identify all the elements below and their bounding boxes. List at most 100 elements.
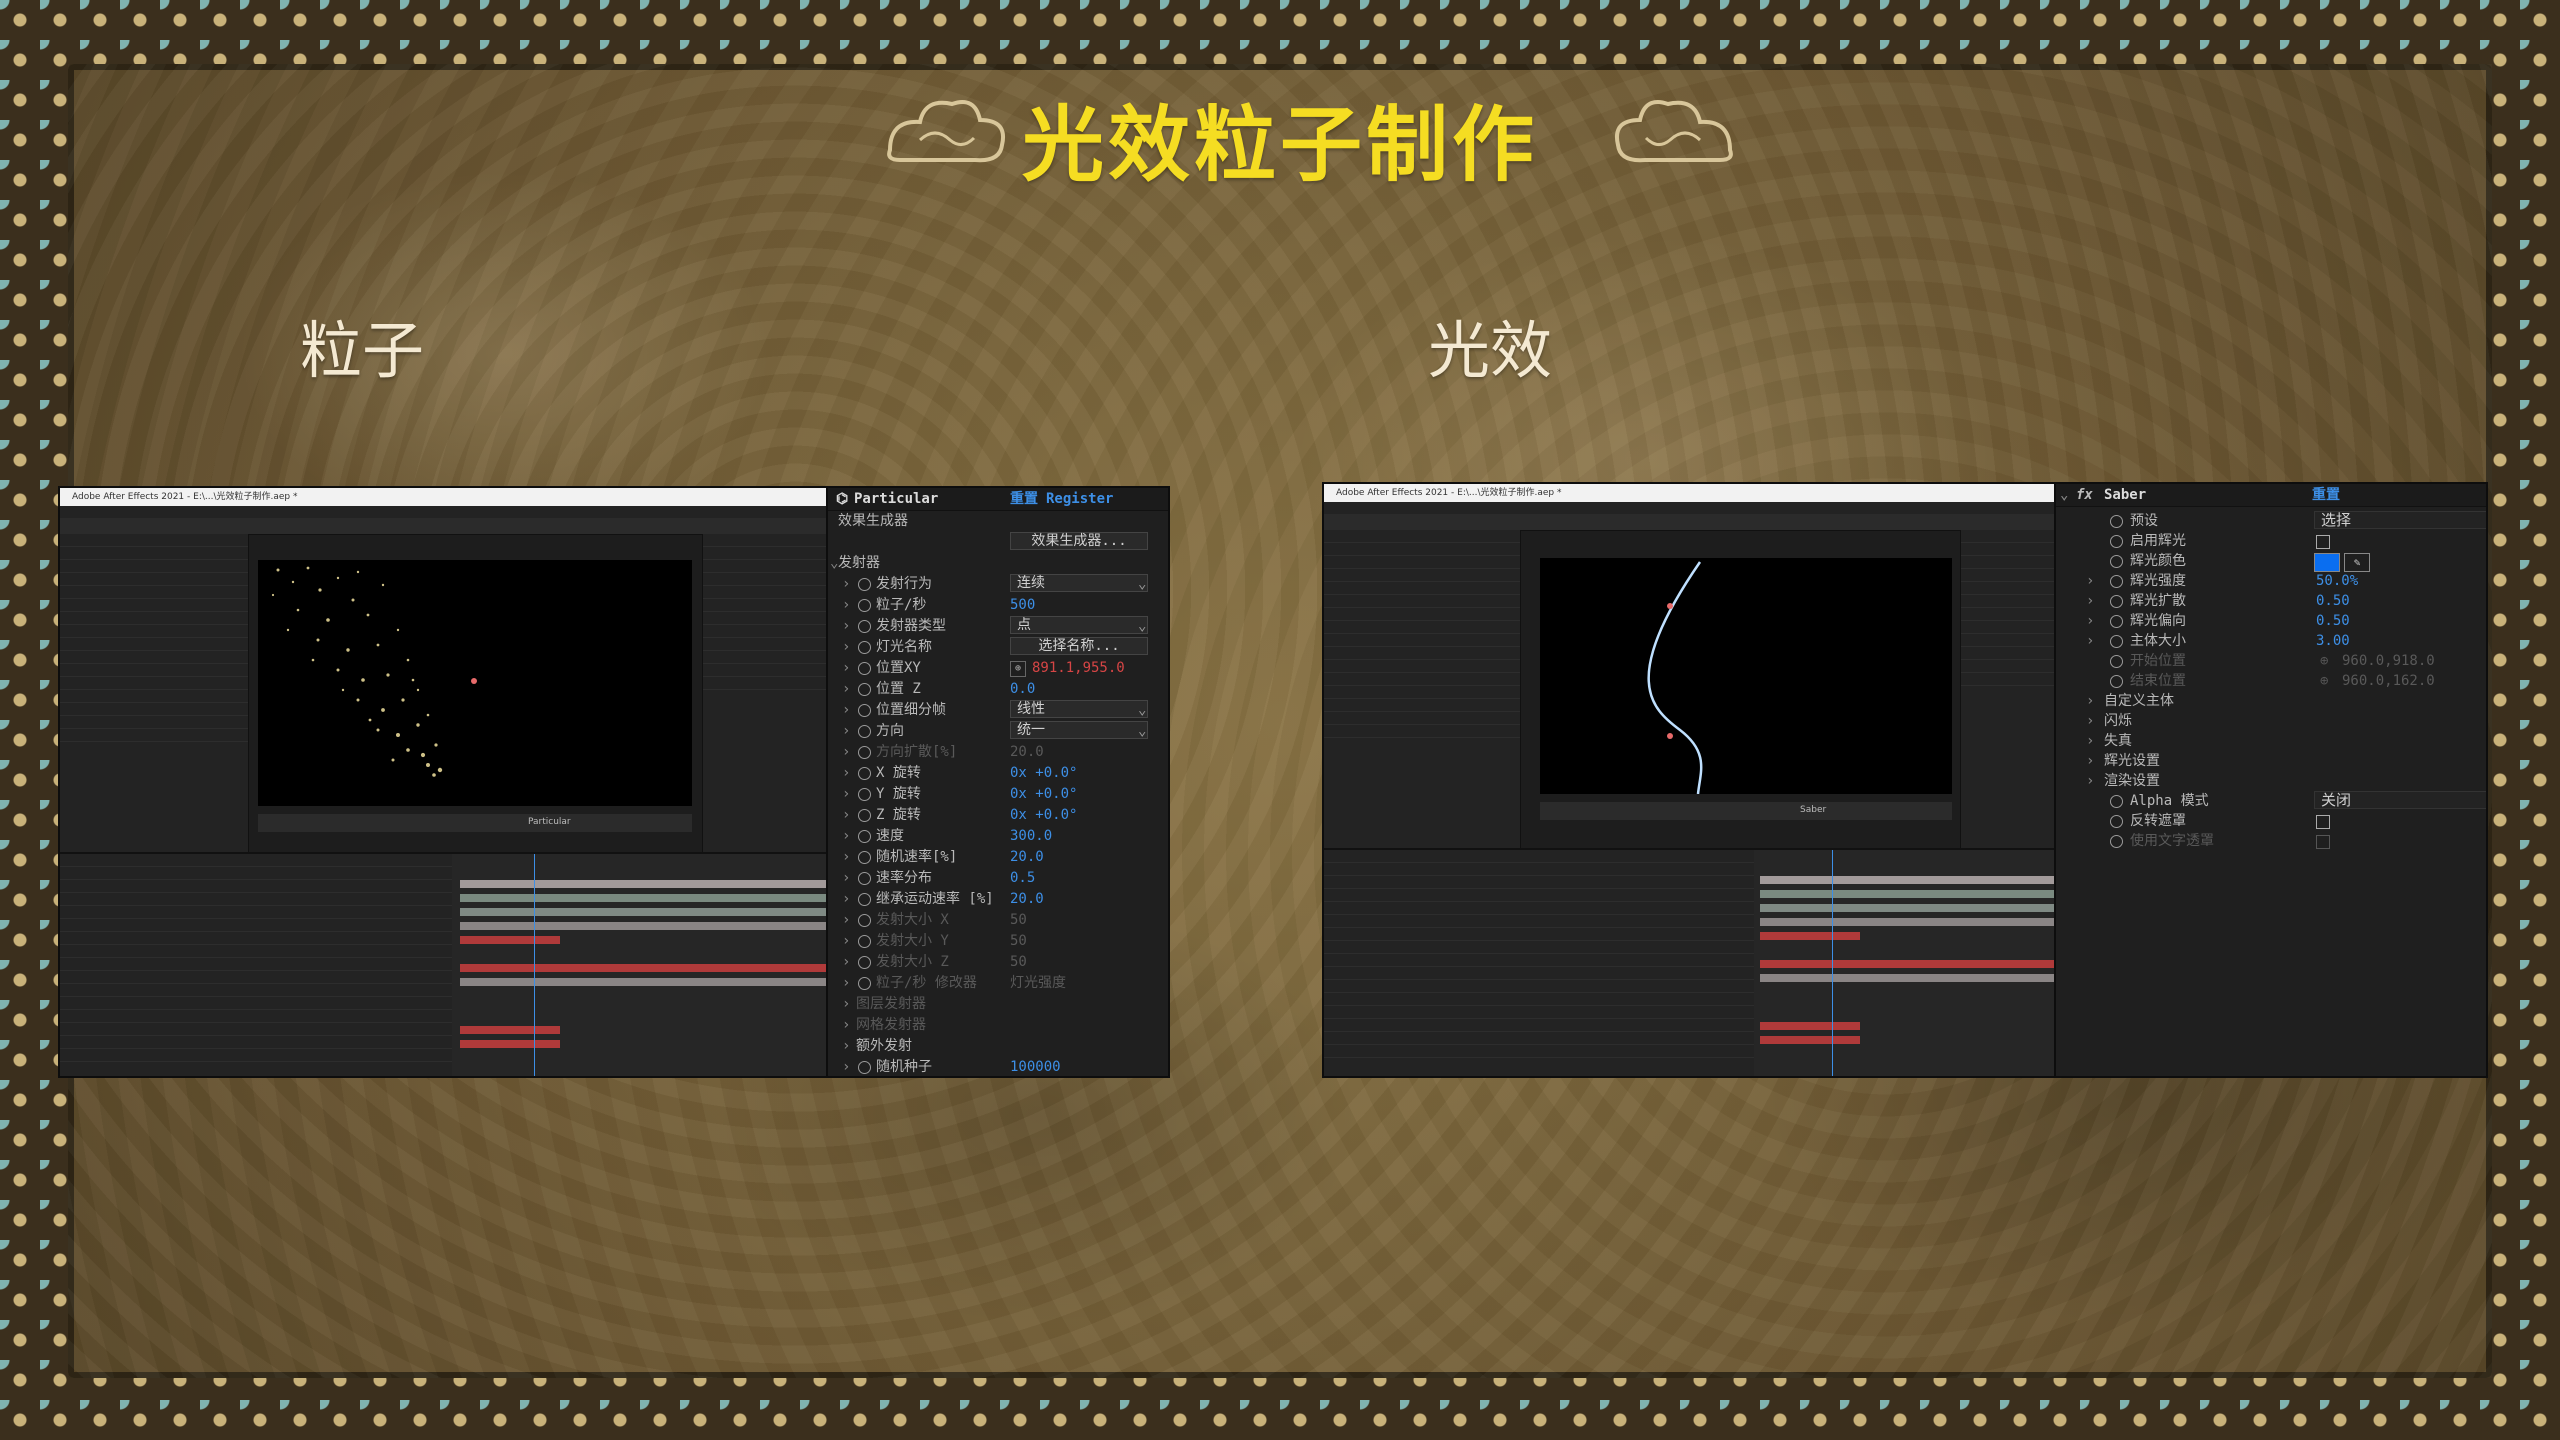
chevron-right-icon[interactable]: › — [842, 1057, 850, 1076]
chevron-right-icon[interactable]: › — [842, 1036, 850, 1057]
saber-param-row[interactable]: 结束位置 ⊕ 960.0,162.0 — [2056, 671, 2486, 691]
stopwatch-icon[interactable] — [858, 641, 871, 654]
param-value[interactable]: 3.00 — [2316, 631, 2350, 652]
stopwatch-icon[interactable] — [858, 830, 871, 843]
param-value[interactable]: 20.0 — [1010, 742, 1044, 763]
particular-param-row[interactable]: › 随机速率[%] 20.0 — [828, 847, 1168, 868]
param-checkbox[interactable] — [2316, 535, 2330, 549]
saber-param-row[interactable]: › 辉光偏向 0.50 — [2056, 611, 2486, 631]
stopwatch-icon[interactable] — [858, 956, 871, 969]
saber-param-row[interactable]: 使用文字透罩 — [2056, 831, 2486, 851]
chevron-right-icon[interactable]: › — [2086, 591, 2094, 612]
chevron-right-icon[interactable]: › — [842, 952, 850, 973]
stopwatch-icon[interactable] — [858, 704, 871, 717]
chevron-right-icon[interactable]: › — [842, 868, 850, 889]
saber-param-row[interactable]: › 失真 — [2056, 731, 2486, 751]
chevron-right-icon[interactable]: › — [842, 994, 850, 1015]
chevron-right-icon[interactable]: › — [2086, 771, 2094, 792]
param-value[interactable]: 50 — [1010, 952, 1027, 973]
param-value[interactable]: 100000 — [1010, 1057, 1061, 1076]
stopwatch-icon[interactable] — [858, 599, 871, 612]
particular-param-row[interactable]: › 位置 Z 0.0 — [828, 679, 1168, 700]
stopwatch-icon[interactable] — [2110, 595, 2123, 608]
param-checkbox[interactable] — [2316, 815, 2330, 829]
param-value[interactable]: 灯光强度 — [1010, 973, 1066, 994]
stopwatch-icon[interactable] — [2110, 675, 2123, 688]
chevron-right-icon[interactable]: › — [842, 700, 850, 721]
param-value[interactable]: 50 — [1010, 931, 1027, 952]
particular-param-row[interactable]: › 图层发射器 — [828, 994, 1168, 1015]
composition-viewer[interactable] — [258, 560, 692, 806]
param-checkbox[interactable] — [2316, 835, 2330, 849]
param-value[interactable]: 0x +0.0° — [1010, 763, 1077, 784]
stopwatch-icon[interactable] — [858, 620, 871, 633]
particular-param-row[interactable]: › Y 旋转 0x +0.0° — [828, 784, 1168, 805]
particular-param-row[interactable]: › 网格发射器 — [828, 1015, 1168, 1036]
param-dropdown[interactable]: 点 — [1010, 616, 1148, 634]
particular-param-row[interactable]: › 方向 统一 ⌄ — [828, 721, 1168, 742]
saber-param-row[interactable]: Alpha 模式 关闭 — [2056, 791, 2486, 811]
chevron-right-icon[interactable]: › — [2086, 751, 2094, 772]
emitter-group[interactable]: ⌄ 发射器 — [828, 553, 1168, 574]
color-swatch[interactable] — [2314, 553, 2340, 572]
param-value[interactable]: 0.50 — [2316, 591, 2350, 612]
chevron-right-icon[interactable]: › — [842, 784, 850, 805]
chevron-right-icon[interactable]: › — [842, 616, 850, 637]
param-dropdown[interactable]: 选择 — [2314, 511, 2486, 529]
chevron-right-icon[interactable]: › — [842, 931, 850, 952]
particular-param-row[interactable]: › 位置细分帧 线性 ⌄ — [828, 700, 1168, 721]
reset-link[interactable]: 重置 — [2312, 484, 2340, 506]
chevron-right-icon[interactable]: › — [2086, 731, 2094, 752]
chevron-right-icon[interactable]: › — [2086, 711, 2094, 732]
saber-param-row[interactable]: 辉光颜色 ✎ — [2056, 551, 2486, 572]
particular-param-row[interactable]: › Z 旋转 0x +0.0° — [828, 805, 1168, 826]
param-value[interactable]: 50.0% — [2316, 571, 2358, 592]
saber-param-row[interactable]: 启用辉光 — [2056, 531, 2486, 551]
crosshair-icon[interactable]: ⊕ — [1010, 661, 1026, 677]
stopwatch-icon[interactable] — [858, 1061, 871, 1074]
particular-param-row[interactable]: › 继承运动速率 [%] 20.0 — [828, 889, 1168, 910]
param-value[interactable]: 960.0,918.0 — [2342, 651, 2435, 672]
register-link[interactable]: Register — [1046, 488, 1113, 510]
stopwatch-icon[interactable] — [858, 851, 871, 864]
param-dropdown[interactable]: 关闭 — [2314, 791, 2486, 809]
saber-param-row[interactable]: › 辉光强度 50.0% — [2056, 571, 2486, 591]
stopwatch-icon[interactable] — [858, 977, 871, 990]
stopwatch-icon[interactable] — [858, 725, 871, 738]
param-value[interactable]: 300.0 — [1010, 826, 1052, 847]
stopwatch-icon[interactable] — [2110, 635, 2123, 648]
saber-param-row[interactable]: › 渲染设置 — [2056, 771, 2486, 791]
effect-builder-button[interactable]: 效果生成器... — [1010, 532, 1148, 550]
param-value[interactable]: 0.5 — [1010, 868, 1035, 889]
stopwatch-icon[interactable] — [2110, 655, 2123, 668]
chevron-right-icon[interactable]: › — [842, 721, 850, 742]
chevron-right-icon[interactable]: › — [842, 826, 850, 847]
timeline-panel[interactable] — [1324, 848, 2054, 1076]
param-value[interactable]: 500 — [1010, 595, 1035, 616]
stopwatch-icon[interactable] — [858, 872, 871, 885]
crosshair-icon[interactable]: ⊕ — [2320, 671, 2328, 692]
reset-link[interactable]: 重置 — [1010, 488, 1038, 510]
param-dropdown[interactable]: 线性 — [1010, 700, 1148, 718]
stopwatch-icon[interactable] — [858, 893, 871, 906]
stopwatch-icon[interactable] — [2110, 615, 2123, 628]
stopwatch-icon[interactable] — [858, 914, 871, 927]
chevron-right-icon[interactable]: › — [842, 658, 850, 679]
saber-param-row[interactable]: › 辉光设置 — [2056, 751, 2486, 771]
param-value[interactable]: 0.50 — [2316, 611, 2350, 632]
saber-param-row[interactable]: 开始位置 ⊕ 960.0,918.0 — [2056, 651, 2486, 671]
chevron-right-icon[interactable]: › — [842, 847, 850, 868]
stopwatch-icon[interactable] — [858, 662, 871, 675]
particular-param-row[interactable]: › 发射大小 Y 50 — [828, 931, 1168, 952]
stopwatch-icon[interactable] — [858, 788, 871, 801]
saber-param-row[interactable]: › 闪烁 — [2056, 711, 2486, 731]
particular-param-row[interactable]: › 发射器类型 点 ⌄ — [828, 616, 1168, 637]
chevron-right-icon[interactable]: › — [842, 1015, 850, 1036]
chevron-right-icon[interactable]: › — [2086, 691, 2094, 712]
particular-param-row[interactable]: › 随机种子 100000 — [828, 1057, 1168, 1076]
stopwatch-icon[interactable] — [858, 767, 871, 780]
param-value[interactable]: 0x +0.0° — [1010, 805, 1077, 826]
stopwatch-icon[interactable] — [2110, 555, 2123, 568]
eyedropper-icon[interactable]: ✎ — [2344, 553, 2370, 572]
particular-param-row[interactable]: › 速度 300.0 — [828, 826, 1168, 847]
